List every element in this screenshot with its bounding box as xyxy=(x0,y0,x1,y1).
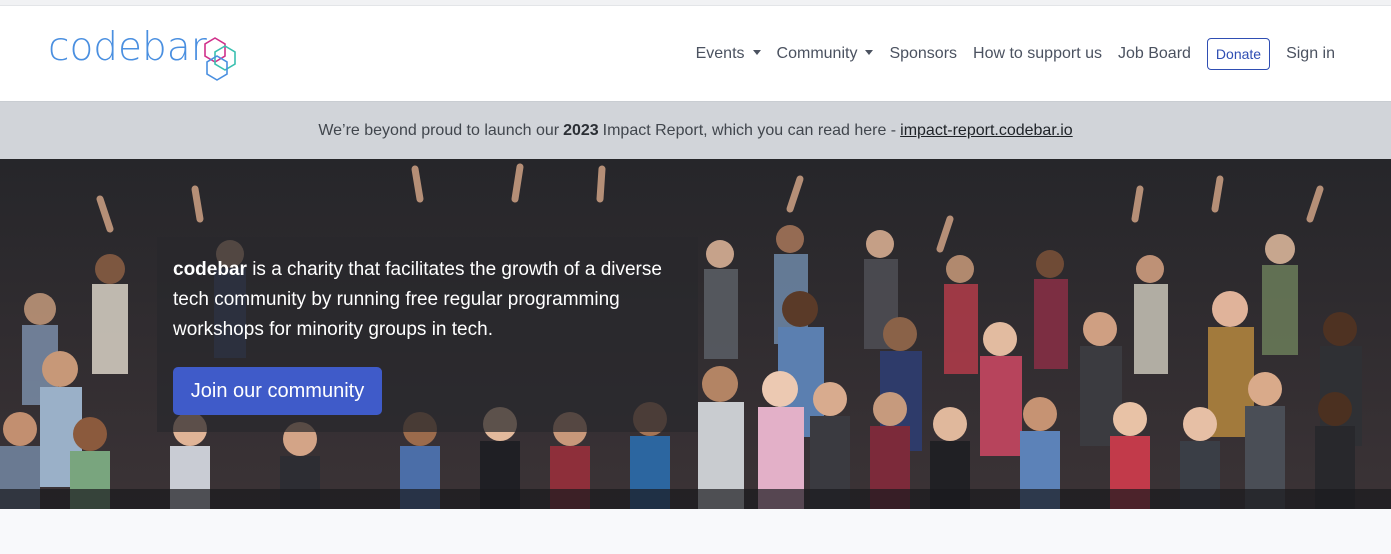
nav-support[interactable]: How to support us xyxy=(965,45,1110,63)
nav-sponsors[interactable]: Sponsors xyxy=(881,45,965,63)
join-community-button[interactable]: Join our community xyxy=(173,367,382,415)
brand-logo[interactable]: codebar xyxy=(48,24,243,84)
brand-name: codebar xyxy=(48,24,207,70)
announcement-prefix: We’re beyond proud to launch our xyxy=(318,121,560,139)
donate-button[interactable]: Donate xyxy=(1206,37,1271,70)
announcement-year: 2023 xyxy=(563,121,599,139)
nav-community-label: Community xyxy=(776,44,858,62)
navbar: codebar Events Community Sponsors How to… xyxy=(0,6,1391,102)
nav-events[interactable]: Events xyxy=(688,45,769,63)
main-nav: Events Community Sponsors How to support… xyxy=(688,37,1343,70)
announcement-banner: We’re beyond proud to launch our 2023 Im… xyxy=(0,102,1391,159)
nav-job-board[interactable]: Job Board xyxy=(1110,45,1199,63)
nav-events-label: Events xyxy=(695,44,745,62)
chevron-down-icon xyxy=(865,50,874,55)
hero-brand-word: codebar xyxy=(173,259,247,280)
codebar-cubes-icon xyxy=(203,36,236,81)
chevron-down-icon xyxy=(752,50,761,55)
impact-report-link[interactable]: impact-report.codebar.io xyxy=(900,122,1073,140)
hero-description-text: is a charity that facilitates the growth… xyxy=(173,259,662,340)
nav-community[interactable]: Community xyxy=(769,45,882,63)
hero-section: codebar is a charity that facilitates th… xyxy=(0,159,1391,509)
announcement-middle: Impact Report, which you can read here - xyxy=(602,121,897,139)
page-below-hero xyxy=(0,509,1391,553)
hero-description: codebar is a charity that facilitates th… xyxy=(173,255,673,345)
sign-in-link[interactable]: Sign in xyxy=(1278,45,1343,63)
